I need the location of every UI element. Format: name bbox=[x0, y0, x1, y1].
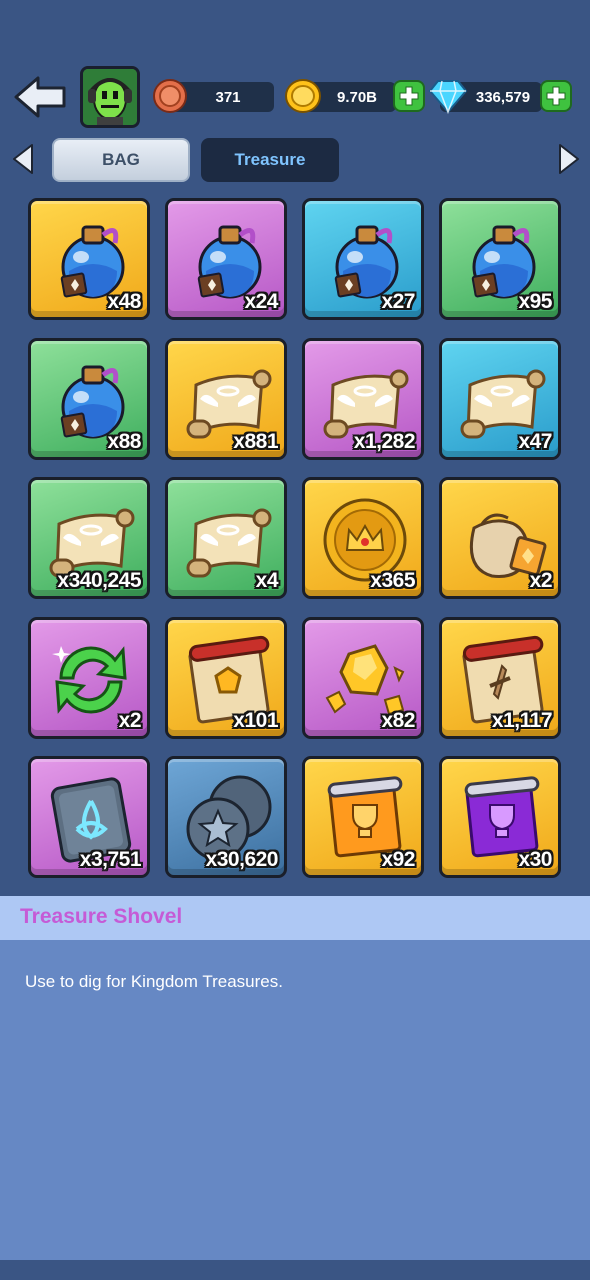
item-count-label: x4 bbox=[255, 569, 279, 592]
item-count-label: x881 bbox=[233, 429, 278, 453]
copper-currency-value: 371 bbox=[215, 88, 241, 106]
inventory-item-tile[interactable]: x4 bbox=[165, 477, 287, 599]
item-count-label: x30 bbox=[518, 848, 552, 871]
item-count-label: x88 bbox=[107, 429, 141, 453]
item-count-label: x82 bbox=[381, 708, 415, 732]
next-tab-arrow-icon[interactable] bbox=[556, 142, 582, 176]
green-alien-avatar-icon[interactable] bbox=[80, 66, 140, 128]
inventory-item-tile[interactable]: x27 bbox=[302, 198, 424, 320]
item-count-label: x2 bbox=[118, 708, 142, 732]
gold-coin-icon bbox=[284, 78, 322, 118]
item-count-label: x101 bbox=[233, 708, 278, 732]
inventory-item-tile[interactable]: x48 bbox=[28, 198, 150, 320]
item-detail-title: Treasure Shovel bbox=[20, 905, 183, 928]
inventory-item-tile[interactable]: x3,751 bbox=[28, 756, 150, 878]
top-bar: 371 9.70B 336,579 bbox=[0, 60, 590, 136]
inventory-item-tile[interactable]: x2 bbox=[28, 616, 150, 739]
inventory-item-tile[interactable]: x340,245 bbox=[28, 477, 150, 599]
item-count-label: x24 bbox=[244, 290, 278, 313]
item-count-label: x47 bbox=[518, 429, 552, 453]
item-count-label: x27 bbox=[381, 290, 415, 313]
treasure-item-grid[interactable]: x48 x24 x27 x95 x88 x881 x1,282 x47 x340… bbox=[28, 194, 564, 896]
item-detail-header: Treasure Shovel bbox=[0, 896, 590, 940]
item-count-label: x1,117 bbox=[491, 708, 553, 732]
copper-coin-icon bbox=[152, 78, 188, 118]
gold-currency-value: 9.70B bbox=[336, 88, 378, 106]
inventory-item-tile[interactable]: x88 bbox=[28, 337, 150, 460]
item-count-label: x95 bbox=[518, 290, 552, 313]
inventory-item-tile[interactable]: x24 bbox=[165, 198, 287, 320]
inventory-item-tile[interactable]: x30,620 bbox=[165, 756, 287, 878]
tab-treasure[interactable]: Treasure bbox=[201, 138, 339, 182]
inventory-item-tile[interactable]: x881 bbox=[165, 337, 287, 460]
inventory-item-tile[interactable]: x47 bbox=[439, 337, 561, 460]
inventory-item-tile[interactable]: x82 bbox=[302, 616, 424, 739]
inventory-item-tile[interactable]: x1,282 bbox=[302, 337, 424, 460]
item-count-label: x2 bbox=[529, 569, 553, 592]
add-diamond-button[interactable] bbox=[540, 80, 572, 112]
diamond-currency-value: 336,579 bbox=[475, 88, 531, 106]
item-count-label: x48 bbox=[107, 290, 141, 313]
inventory-item-tile[interactable]: x101 bbox=[165, 616, 287, 739]
item-count-label: x340,245 bbox=[57, 569, 141, 592]
bottom-edge bbox=[0, 1264, 590, 1280]
inventory-item-tile[interactable]: x365 bbox=[302, 477, 424, 599]
inventory-item-tile[interactable]: x1,117 bbox=[439, 616, 561, 739]
tab-bag[interactable]: BAG bbox=[52, 138, 190, 182]
inventory-item-tile[interactable]: x95 bbox=[439, 198, 561, 320]
back-arrow-icon[interactable] bbox=[12, 74, 68, 120]
item-count-label: x1,282 bbox=[353, 429, 416, 453]
diamond-icon bbox=[428, 78, 468, 118]
add-gold-button[interactable] bbox=[393, 80, 425, 112]
inventory-item-tile[interactable]: x30 bbox=[439, 756, 561, 878]
inventory-item-tile[interactable]: x2 bbox=[439, 477, 561, 599]
item-detail-panel: Treasure Shovel Use to dig for Kingdom T… bbox=[0, 896, 590, 1260]
item-detail-description: Use to dig for Kingdom Treasures. bbox=[25, 972, 283, 991]
item-count-label: x30,620 bbox=[205, 848, 279, 871]
inventory-item-tile[interactable]: x92 bbox=[302, 756, 424, 878]
tab-bar: BAG Treasure bbox=[0, 136, 590, 186]
item-count-label: x92 bbox=[381, 848, 415, 871]
item-count-label: x3,751 bbox=[79, 848, 142, 871]
prev-tab-arrow-icon[interactable] bbox=[10, 142, 36, 176]
item-count-label: x365 bbox=[370, 569, 415, 592]
